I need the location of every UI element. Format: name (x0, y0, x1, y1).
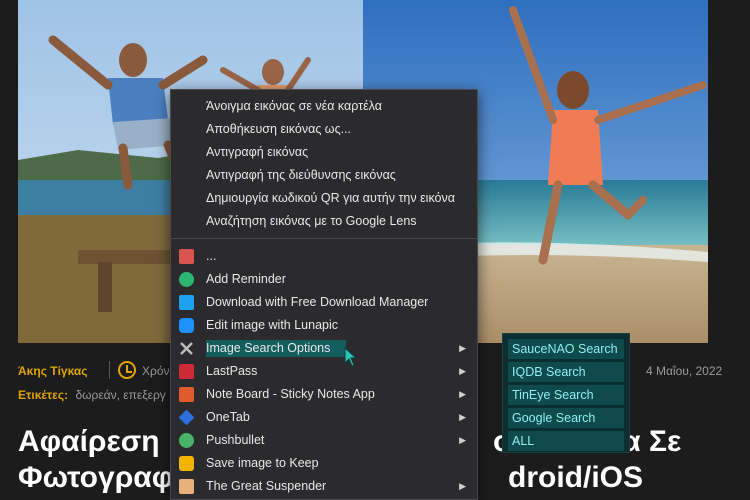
submenu-arrow-icon: ▶ (459, 481, 466, 491)
menu-ext-pushbullet[interactable]: Pushbullet ▶ (171, 429, 477, 452)
menu-item-label: Αναζήτηση εικόνας με το Google Lens (206, 214, 417, 228)
lastpass-icon (179, 364, 194, 379)
menu-item-label: The Great Suspender (206, 479, 327, 493)
submenu-arrow-icon: ▶ (459, 343, 466, 353)
menu-item-label: Note Board - Sticky Notes App (206, 387, 375, 401)
submenu-arrow-icon: ▶ (459, 412, 466, 422)
menu-ext-onetab[interactable]: OneTab ▶ (171, 406, 477, 429)
menu-item-label: LastPass (206, 364, 258, 378)
menu-item-label: Add Reminder (206, 272, 286, 286)
image-search-submenu: SauceNAO Search IQDB Search TinEye Searc… (502, 333, 630, 453)
mail-reminder-icon (179, 249, 194, 264)
title-line2-left: Φωτογραφ (18, 461, 174, 494)
download-icon (179, 295, 194, 310)
publish-date: 4 Μαΐου, 2022 (646, 364, 723, 378)
mouse-cursor-icon (344, 347, 358, 367)
menu-save-image-as[interactable]: Αποθήκευση εικόνας ως... (171, 118, 477, 141)
submenu-arrow-icon: ▶ (459, 389, 466, 399)
menu-item-label: Image Search Options (206, 340, 347, 357)
tags-label: Ετικέτες: (18, 388, 69, 402)
tag-links[interactable]: δωρεάν, επεξεργ (75, 388, 165, 402)
submenu-arrow-icon: ▶ (459, 366, 466, 376)
moon-icon (179, 318, 194, 333)
pushbullet-icon (179, 433, 194, 448)
menu-search-google-lens[interactable]: Αναζήτηση εικόνας με το Google Lens (171, 210, 477, 233)
menu-item-label: Edit image with Lunapic (206, 318, 339, 332)
menu-item-label: Αποθήκευση εικόνας ως... (206, 122, 352, 136)
menu-ext-mail-reminder[interactable]: ... (171, 245, 477, 268)
context-menu: Άνοιγμα εικόνας σε νέα καρτέλα Αποθήκευσ… (170, 89, 478, 500)
menu-ext-lastpass[interactable]: LastPass ▶ (171, 360, 477, 383)
menu-ext-save-to-keep[interactable]: Save image to Keep (171, 452, 477, 475)
alarm-clock-icon (179, 272, 194, 287)
menu-ext-image-search-options[interactable]: Image Search Options ▶ (171, 337, 477, 360)
menu-item-label: Save image to Keep (206, 456, 319, 470)
menu-divider (171, 238, 477, 239)
submenu-iqdb-search[interactable]: IQDB Search (508, 362, 624, 382)
menu-item-label: Pushbullet (206, 433, 265, 447)
menu-create-qr-code[interactable]: Δημιουργία κωδικού QR για αυτήν την εικό… (171, 187, 477, 210)
menu-copy-image-address[interactable]: Αντιγραφή της διεύθυνσης εικόνας (171, 164, 477, 187)
menu-item-label: Αντιγραφή της διεύθυνσης εικόνας (206, 168, 396, 182)
menu-ext-free-download-manager[interactable]: Download with Free Download Manager (171, 291, 477, 314)
menu-ext-note-board[interactable]: Note Board - Sticky Notes App ▶ (171, 383, 477, 406)
submenu-all-search[interactable]: ALL (508, 431, 624, 451)
submenu-arrow-icon: ▶ (459, 435, 466, 445)
title-line2-right: droid/iOS (508, 461, 643, 494)
suspender-icon (179, 479, 194, 494)
menu-open-image-new-tab[interactable]: Άνοιγμα εικόνας σε νέα καρτέλα (171, 95, 477, 118)
menu-ext-add-reminder[interactable]: Add Reminder (171, 268, 477, 291)
menu-item-label: Άνοιγμα εικόνας σε νέα καρτέλα (206, 99, 382, 113)
image-search-icon (179, 341, 194, 356)
menu-ext-lunapic[interactable]: Edit image with Lunapic (171, 314, 477, 337)
title-line1-left: Αφαίρεση (18, 425, 160, 458)
menu-item-label: OneTab (206, 410, 250, 424)
menu-item-label: Δημιουργία κωδικού QR για αυτήν την εικό… (206, 191, 455, 205)
browser-page: Άκης Τίγκας Χρόνος 4 Μαΐου, 2022 Ετικέτε… (0, 0, 750, 500)
submenu-google-search[interactable]: Google Search (508, 408, 624, 428)
menu-ext-great-suspender[interactable]: The Great Suspender ▶ (171, 475, 477, 498)
menu-item-label: Αντιγραφή εικόνας (206, 145, 309, 159)
sticky-note-icon (179, 387, 194, 402)
clock-icon (118, 361, 136, 379)
article-tags: Ετικέτες: δωρεάν, επεξεργ (18, 388, 166, 402)
menu-item-label: ... (206, 249, 217, 263)
menu-copy-image[interactable]: Αντιγραφή εικόνας (171, 141, 477, 164)
keep-icon (179, 456, 194, 471)
meta-divider (109, 361, 110, 379)
submenu-saucenao-search[interactable]: SauceNAO Search (508, 339, 624, 359)
menu-item-label: Download with Free Download Manager (206, 295, 429, 309)
submenu-tineye-search[interactable]: TinEye Search (508, 385, 624, 405)
author-link[interactable]: Άκης Τίγκας (18, 364, 88, 378)
onetab-icon (178, 409, 195, 426)
